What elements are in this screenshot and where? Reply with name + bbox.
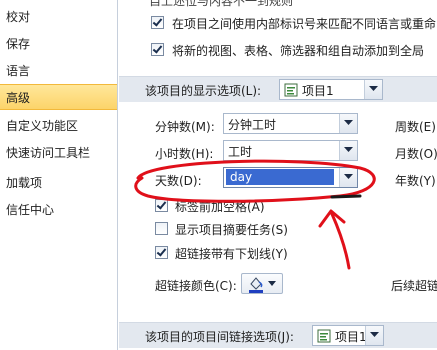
opt-add-views-label: 将新的视图、表格、筛选器和组自动添加到全局 <box>172 44 425 58</box>
days-label: 天数(D): <box>155 174 202 188</box>
interproject-project-value: 项目1 <box>335 330 367 344</box>
interproject-project-select[interactable]: 项目1 <box>312 325 384 346</box>
opt-internal-ids-label: 在项目之间使用内部标识号来匹配不同语言或重命 <box>172 17 437 31</box>
opt-add-space-label: 标签前加空格(A) <box>175 200 265 214</box>
interproject-options-section-header: 该项目的项目间链接选项(J): <box>119 322 437 348</box>
hours-value: 工时 <box>228 145 253 159</box>
chevron-down-icon <box>268 281 276 286</box>
hours-label: 小时数(H): <box>155 147 214 161</box>
display-options-section-header: 该项目的显示选项(L): <box>119 76 437 102</box>
project-doc-icon <box>317 329 331 343</box>
opt-show-summary-checkbox[interactable] <box>155 222 168 235</box>
options-content-panel: 自上述位与内容不一到规则 在项目之间使用内部标识号来匹配不同语言或重命 将新的视… <box>119 0 437 350</box>
opt-show-summary-label: 显示项目摘要任务(S) <box>175 223 288 237</box>
hyperlink-color-label: 超链接颜色(C): <box>155 279 237 293</box>
chevron-down-icon <box>339 114 357 133</box>
years-label: 年数(Y): <box>395 174 437 188</box>
chevron-down-icon <box>339 141 357 160</box>
nav-item-quick-access-toolbar[interactable]: 快速访问工具栏 <box>0 140 117 166</box>
project-doc-icon <box>284 83 298 97</box>
chevron-down-icon <box>364 80 382 99</box>
interproject-options-title: 该项目的项目间链接选项(J): <box>145 330 294 344</box>
options-nav: 校对 保存 语言 高级 自定义功能区 快速访问工具栏 加载项 信任中心 <box>0 0 118 350</box>
display-options-title: 该项目的显示选项(L): <box>145 84 262 98</box>
hours-select[interactable]: 工时 <box>223 140 358 161</box>
nav-item-language[interactable]: 语言 <box>0 58 117 84</box>
chevron-down-icon <box>339 168 357 187</box>
hyperlink-color-button[interactable] <box>241 273 283 294</box>
nav-item-save[interactable]: 保存 <box>0 31 117 57</box>
minutes-select[interactable]: 分钟工时 <box>223 113 358 134</box>
opt-hyperlink-underline-checkbox[interactable] <box>155 246 168 259</box>
paint-bucket-icon <box>249 277 263 293</box>
opt-add-space-checkbox[interactable] <box>155 199 168 212</box>
followed-hyperlink-label: 后续超链 <box>391 279 437 293</box>
opt-hyperlink-underline-label: 超链接带有下划线(Y) <box>175 247 288 261</box>
weeks-label: 周数(E): <box>395 120 437 134</box>
opt-internal-ids-checkbox[interactable] <box>151 16 164 29</box>
chevron-down-icon <box>365 326 383 345</box>
nav-item-add-ins[interactable]: 加载项 <box>0 170 117 196</box>
partial-option-text: 自上述位与内容不一到规则 <box>149 0 294 8</box>
nav-item-advanced[interactable]: 高级 <box>0 84 117 110</box>
months-label: 月数(O): <box>395 147 437 161</box>
opt-add-views-checkbox[interactable] <box>151 43 164 56</box>
display-project-select[interactable]: 项目1 <box>279 79 383 100</box>
days-select[interactable]: day <box>223 167 358 188</box>
minutes-value: 分钟工时 <box>228 118 277 132</box>
days-value: day <box>226 169 334 185</box>
nav-item-proofing[interactable]: 校对 <box>0 4 117 30</box>
minutes-label: 分钟数(M): <box>155 120 215 134</box>
nav-item-trust-center[interactable]: 信任中心 <box>0 197 117 223</box>
nav-item-customize-ribbon[interactable]: 自定义功能区 <box>0 113 117 139</box>
display-project-value: 项目1 <box>302 84 334 98</box>
